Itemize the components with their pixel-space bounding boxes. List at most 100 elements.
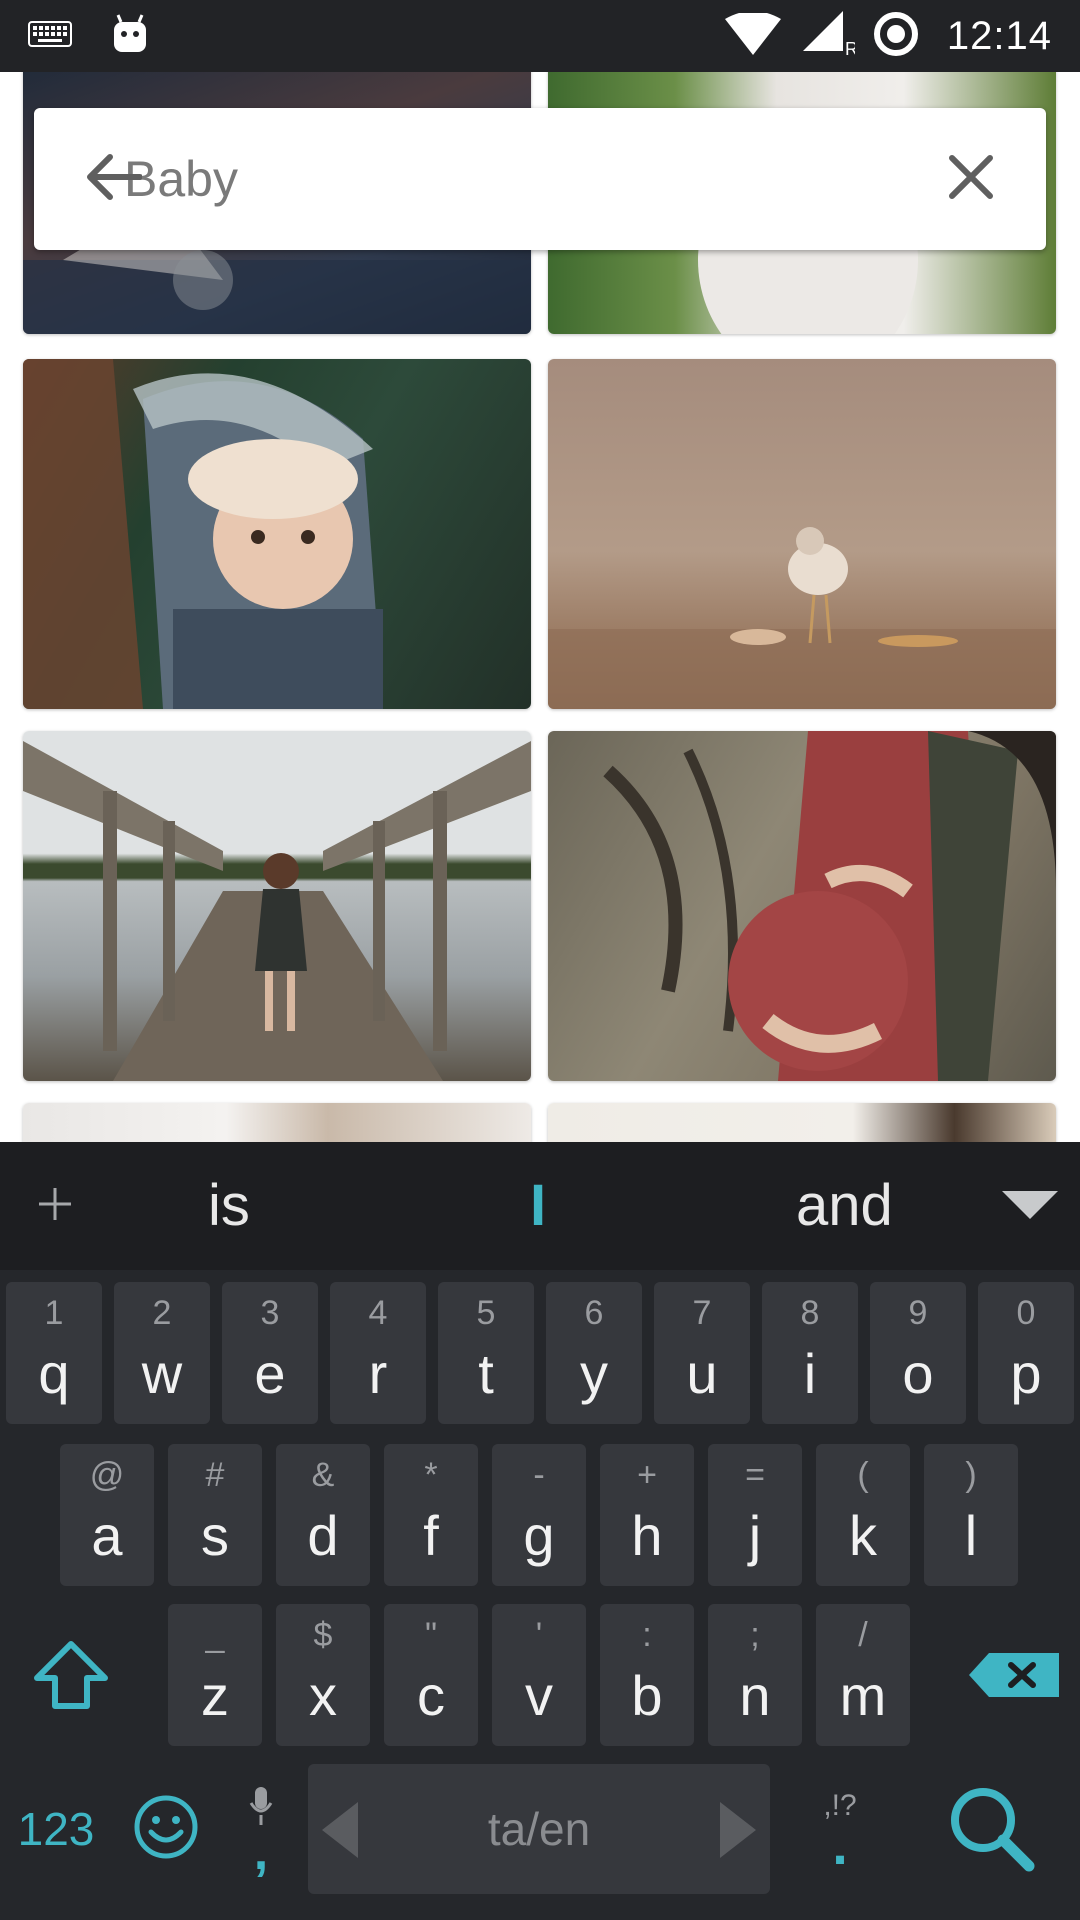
numbers-key[interactable]: 123 — [8, 1774, 104, 1884]
key-hint: 3 — [260, 1294, 280, 1332]
suggestion-strip: is I and — [0, 1142, 1080, 1270]
key-u[interactable]: 7u — [654, 1282, 750, 1424]
key-q[interactable]: 1q — [6, 1282, 102, 1424]
period-key[interactable]: ,!? . — [790, 1766, 890, 1890]
key-label: d — [307, 1504, 339, 1567]
key-a[interactable]: @ a — [60, 1444, 154, 1586]
key-label: x — [309, 1664, 337, 1727]
key-label: b — [631, 1664, 663, 1727]
key-p[interactable]: 0p — [978, 1282, 1074, 1424]
expand-suggestions-button[interactable] — [990, 1172, 1070, 1242]
status-bar: R 12:14 — [0, 0, 1080, 72]
key-hint: 4 — [368, 1294, 388, 1332]
key-label: r — [368, 1342, 388, 1405]
key-hint: 1 — [44, 1294, 64, 1332]
space-key[interactable]: ta/en — [308, 1764, 770, 1894]
comma-key[interactable]: , — [226, 1766, 296, 1890]
chevron-left-icon — [322, 1802, 358, 1869]
smiley-icon — [133, 1794, 199, 1865]
signal-icon: R — [799, 10, 858, 62]
key-hint: ; — [750, 1616, 760, 1654]
key-s[interactable]: # s — [168, 1444, 262, 1586]
key-v[interactable]: ' v — [492, 1604, 586, 1746]
photo-bird-on-sand[interactable] — [548, 359, 1056, 709]
suggestion-middle[interactable]: I — [530, 1142, 546, 1270]
photo-bottom-left[interactable] — [23, 1103, 531, 1142]
key-hint: + — [637, 1456, 657, 1494]
key-label: m — [839, 1664, 887, 1727]
search-bar — [34, 108, 1046, 250]
key-label: w — [141, 1342, 183, 1405]
key-c[interactable]: " c — [384, 1604, 478, 1746]
key-k[interactable]: (k — [816, 1444, 910, 1586]
key-r[interactable]: 4r — [330, 1282, 426, 1424]
wifi-icon — [724, 10, 781, 60]
key-hint: * — [424, 1456, 438, 1494]
key-hint: 8 — [800, 1294, 820, 1332]
backspace-icon — [967, 1651, 1061, 1704]
android-icon — [112, 13, 148, 59]
period-label: . — [832, 1813, 848, 1876]
key-label: p — [1010, 1342, 1042, 1405]
key-t[interactable]: 5t — [438, 1282, 534, 1424]
photo-bottom-right[interactable] — [548, 1103, 1056, 1142]
add-word-button[interactable] — [20, 1166, 90, 1246]
emoji-key[interactable] — [118, 1774, 214, 1884]
chevron-right-icon — [720, 1802, 756, 1869]
key-label: c — [417, 1664, 445, 1727]
search-key[interactable] — [930, 1774, 1050, 1884]
key-label: y — [580, 1342, 608, 1405]
soft-keyboard: is I and 1q2w3e4r5t6y7u8i9o0p @ a # s & d * f - g… — [0, 1142, 1080, 1920]
key-label: o — [902, 1342, 934, 1405]
key-hint: ) — [965, 1456, 977, 1494]
key-x[interactable]: $ x — [276, 1604, 370, 1746]
key-label: s — [201, 1504, 229, 1567]
close-icon — [948, 154, 994, 205]
key-b[interactable]: :b — [600, 1604, 694, 1746]
key-hint: 5 — [476, 1294, 496, 1332]
photo-child-on-pier[interactable] — [23, 731, 531, 1081]
key-y[interactable]: 6y — [546, 1282, 642, 1424]
key-f[interactable]: * f — [384, 1444, 478, 1586]
key-hint: = — [745, 1456, 765, 1494]
key-l[interactable]: ) l — [924, 1444, 1018, 1586]
key-g[interactable]: -g — [492, 1444, 586, 1586]
backspace-key[interactable] — [956, 1622, 1072, 1732]
key-w[interactable]: 2w — [114, 1282, 210, 1424]
key-label: u — [686, 1342, 718, 1405]
key-hint: # — [205, 1456, 225, 1494]
key-z[interactable]: _ z — [168, 1604, 262, 1746]
key-o[interactable]: 9o — [870, 1282, 966, 1424]
key-h[interactable]: + h — [600, 1444, 694, 1586]
key-hint: 6 — [584, 1294, 604, 1332]
key-hint: ( — [857, 1456, 869, 1494]
key-label: q — [38, 1342, 70, 1405]
key-i[interactable]: 8i — [762, 1282, 858, 1424]
shift-arrow-icon — [33, 1640, 109, 1715]
key-hint: " — [424, 1616, 438, 1654]
key-j[interactable]: = j — [708, 1444, 802, 1586]
key-hint: ' — [535, 1616, 543, 1654]
shift-key[interactable] — [18, 1622, 124, 1732]
suggestion-left[interactable]: is — [208, 1142, 250, 1270]
suggestion-right[interactable]: and — [796, 1142, 893, 1270]
photo-pregnant-woman[interactable] — [548, 731, 1056, 1081]
key-hint: 7 — [692, 1294, 712, 1332]
arrow-left-icon — [86, 153, 143, 206]
status-time: 12:14 — [946, 13, 1052, 58]
clear-search-button[interactable] — [896, 108, 1046, 250]
back-button[interactable] — [34, 108, 194, 250]
key-label: g — [523, 1504, 555, 1567]
photo-baby-in-carrier[interactable] — [23, 359, 531, 709]
key-label: k — [849, 1504, 877, 1567]
key-e[interactable]: 3e — [222, 1282, 318, 1424]
plus-icon — [37, 1186, 73, 1227]
key-label: t — [478, 1342, 494, 1405]
key-hint: 2 — [152, 1294, 172, 1332]
key-hint: _ — [205, 1616, 225, 1654]
key-label: z — [201, 1664, 229, 1727]
key-m[interactable]: / m — [816, 1604, 910, 1746]
key-label: j — [748, 1504, 762, 1567]
key-d[interactable]: & d — [276, 1444, 370, 1586]
key-n[interactable]: ; n — [708, 1604, 802, 1746]
